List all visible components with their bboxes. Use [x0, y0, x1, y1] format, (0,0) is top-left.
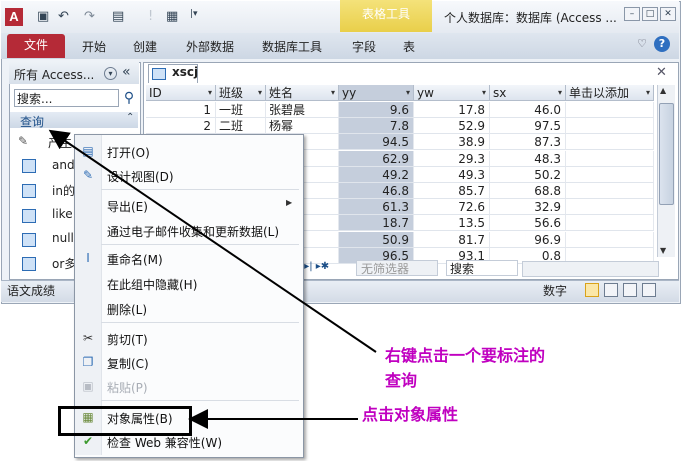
annotation-arrows [48, 129, 377, 429]
annotation-right-click-line2: 查询 [385, 371, 418, 390]
annotation-right-click-line1: 右键点击一个要标注的 [385, 346, 546, 365]
annotation-click-properties: 点击对象属性 [362, 405, 459, 424]
